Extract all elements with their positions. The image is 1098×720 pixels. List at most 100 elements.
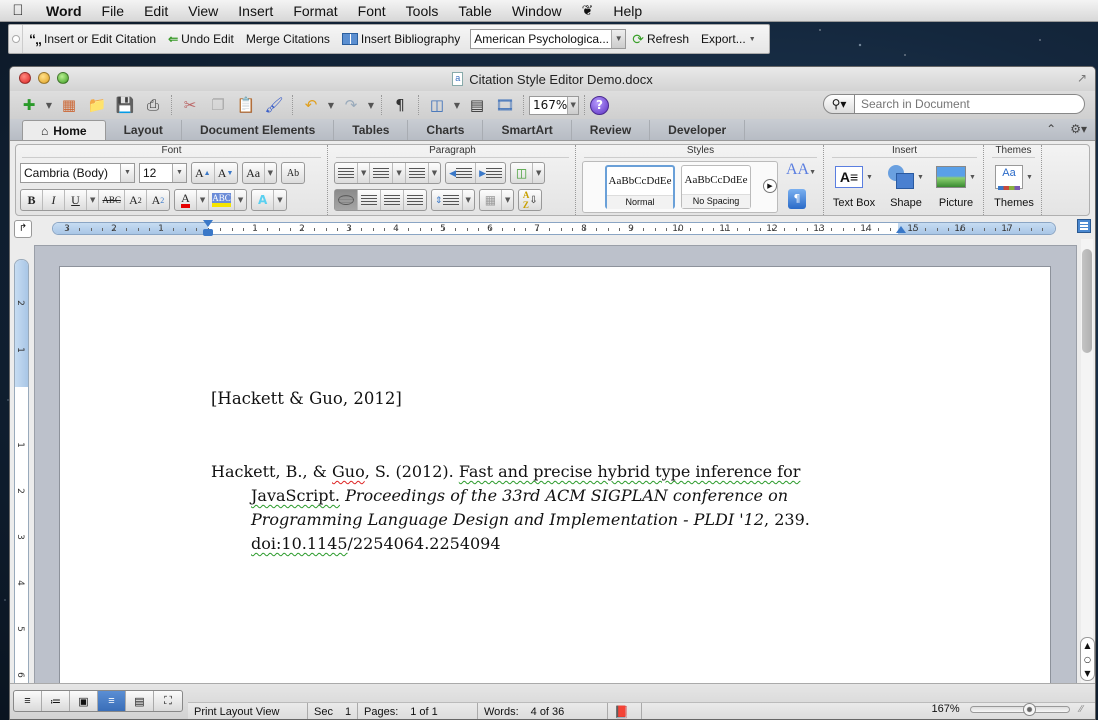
menu-window[interactable]: Window	[502, 3, 572, 19]
cut-icon[interactable]: ✂	[177, 94, 203, 116]
superscript-button[interactable]: A2	[125, 190, 147, 210]
sort-button[interactable]: A Z ⇩	[519, 190, 541, 210]
style-no-spacing[interactable]: AaBbCcDdEe No Spacing	[681, 165, 751, 209]
refresh-button[interactable]: ⟳ Refresh	[626, 31, 695, 48]
title-bar[interactable]: Citation Style Editor Demo.docx ↗	[10, 67, 1095, 91]
gallery-icon[interactable]: ▦	[56, 94, 82, 116]
apple-menu-icon[interactable]: 	[0, 2, 36, 19]
styles-next-arrow-icon[interactable]: ▶	[763, 179, 777, 193]
redo-icon[interactable]: ↷	[338, 94, 364, 116]
resize-grip-icon[interactable]: ∕∕	[1080, 704, 1083, 715]
merge-citations-button[interactable]: Merge Citations	[240, 32, 336, 46]
font-name-select[interactable]: Cambria (Body) ▼	[20, 163, 135, 183]
shape-button[interactable]: ▼ Shape	[884, 161, 928, 209]
pages-status[interactable]: Pages: 1 of 1	[358, 703, 478, 719]
menu-edit[interactable]: Edit	[134, 3, 178, 19]
chevron-down-icon[interactable]: ▼	[197, 190, 210, 210]
menu-tools[interactable]: Tools	[396, 3, 449, 19]
chevron-down-icon[interactable]: ▼	[235, 190, 246, 210]
menu-format[interactable]: Format	[283, 3, 347, 19]
search-input[interactable]	[855, 94, 1085, 114]
right-indent-marker[interactable]	[896, 226, 906, 233]
themes-button[interactable]: Aa ▼ Themes	[990, 161, 1038, 209]
decrease-indent-button[interactable]: ◀	[446, 163, 477, 183]
paste-icon[interactable]: 📋	[233, 94, 259, 116]
chevron-down-icon[interactable]: ▼	[87, 190, 100, 210]
zoom-slider[interactable]	[969, 702, 1070, 716]
menu-view[interactable]: View	[178, 3, 228, 19]
menu-file[interactable]: File	[92, 3, 135, 19]
tab-smartart[interactable]: SmartArt	[483, 120, 572, 140]
italic-button[interactable]: I	[43, 190, 65, 210]
styles-pane-icon[interactable]: ¶	[788, 189, 806, 209]
citation-text[interactable]: [Hackett & Guo, 2012]	[211, 389, 402, 408]
clear-formatting-button[interactable]: Ab	[282, 163, 304, 183]
toolbox-icon[interactable]: ▤	[464, 94, 490, 116]
chevron-down-icon[interactable]: ▼	[533, 163, 544, 183]
script-menu-icon[interactable]: ❦	[572, 2, 604, 19]
next-page-icon[interactable]: ▼	[1084, 669, 1090, 678]
menu-app-word[interactable]: Word	[36, 3, 92, 19]
document-page[interactable]: [Hackett & Guo, 2012] Hackett, B., & Guo…	[59, 266, 1051, 696]
new-document-icon[interactable]: ✚	[16, 94, 42, 116]
chevron-down-icon[interactable]: ▼	[429, 163, 440, 183]
bullets-button[interactable]	[335, 163, 358, 183]
print-layout-view-icon[interactable]: ≡	[98, 691, 126, 711]
chevron-down-icon[interactable]: ▼	[452, 94, 462, 116]
tab-tables[interactable]: Tables	[334, 120, 409, 140]
font-color-button[interactable]: A	[175, 190, 197, 210]
subscript-button[interactable]: A2	[147, 190, 169, 210]
undo-icon[interactable]: ↶	[298, 94, 324, 116]
citation-style-select[interactable]: American Psychologica... ▼	[470, 29, 627, 49]
toolbar-grip[interactable]	[9, 25, 23, 53]
change-case-button[interactable]: Aa	[243, 163, 265, 183]
spelling-status[interactable]: 📕	[608, 703, 642, 719]
tab-layout[interactable]: Layout	[106, 120, 182, 140]
outline-view-icon[interactable]: ≔	[42, 691, 70, 711]
chevron-down-icon[interactable]: ▼	[463, 190, 474, 210]
menu-insert[interactable]: Insert	[228, 3, 283, 19]
previous-page-icon[interactable]: ▲	[1084, 641, 1090, 650]
chevron-down-icon[interactable]: ▼	[274, 190, 285, 210]
collapse-ribbon-icon[interactable]: ⌃	[1046, 122, 1056, 136]
insert-bibliography-button[interactable]: Insert Bibliography	[336, 32, 466, 46]
text-box-button[interactable]: A≡ ▼ Text Box	[830, 161, 878, 209]
browse-object-icon[interactable]: ○	[1084, 655, 1091, 664]
help-icon[interactable]: ?	[590, 95, 609, 115]
export-button[interactable]: Export... ▼	[695, 32, 762, 46]
gear-icon[interactable]: ⚙▾	[1070, 122, 1087, 136]
undo-edit-button[interactable]: ⇐ Undo Edit	[162, 32, 240, 46]
chevron-down-icon[interactable]: ▼	[366, 94, 376, 116]
font-size-select[interactable]: 12 ▼	[139, 163, 187, 183]
underline-button[interactable]: U	[65, 190, 87, 210]
chevron-down-icon[interactable]: ▼	[502, 190, 513, 210]
tab-charts[interactable]: Charts	[408, 120, 484, 140]
media-browser-icon[interactable]: 🎞	[492, 94, 518, 116]
chevron-down-icon[interactable]: ▼	[393, 163, 406, 183]
notebook-view-icon[interactable]: ▤	[126, 691, 154, 711]
style-sets-icon[interactable]: AA▼	[786, 161, 816, 179]
words-status[interactable]: Words: 4 of 36	[478, 703, 608, 719]
chevron-down-icon[interactable]: ▼	[265, 163, 276, 183]
draft-view-icon[interactable]: ≡	[14, 691, 42, 711]
vertical-ruler[interactable]: 2 1 1 2 3 4 5 6	[14, 259, 29, 685]
bibliography-entry[interactable]: Hackett, B., & Guo, S. (2012). Fast and …	[211, 460, 851, 556]
zoom-window-button[interactable]	[57, 72, 69, 84]
justify-button[interactable]	[404, 190, 426, 210]
numbering-button[interactable]	[370, 163, 394, 183]
focus-view-icon[interactable]: ⛶	[154, 691, 182, 711]
tab-stop-selector[interactable]: ↱	[14, 220, 32, 238]
borders-button[interactable]: ▦	[480, 190, 502, 210]
search-icon[interactable]: ⚲▾	[823, 94, 855, 114]
multilevel-list-button[interactable]	[406, 163, 429, 183]
chevron-down-icon[interactable]: ▼	[358, 163, 371, 183]
print-icon[interactable]: ⎙	[140, 94, 166, 116]
shrink-font-button[interactable]: A ▼	[215, 163, 237, 183]
zoom-select[interactable]: 167% ▼	[529, 95, 579, 115]
align-left-button[interactable]	[335, 190, 358, 210]
style-normal[interactable]: AaBbCcDdEe Normal	[605, 165, 675, 209]
zoom-slider-knob[interactable]	[1023, 702, 1037, 716]
strikethrough-button[interactable]: ABC	[99, 190, 125, 210]
first-line-indent-marker[interactable]	[203, 220, 213, 238]
chevron-down-icon[interactable]: ▼	[44, 94, 54, 116]
